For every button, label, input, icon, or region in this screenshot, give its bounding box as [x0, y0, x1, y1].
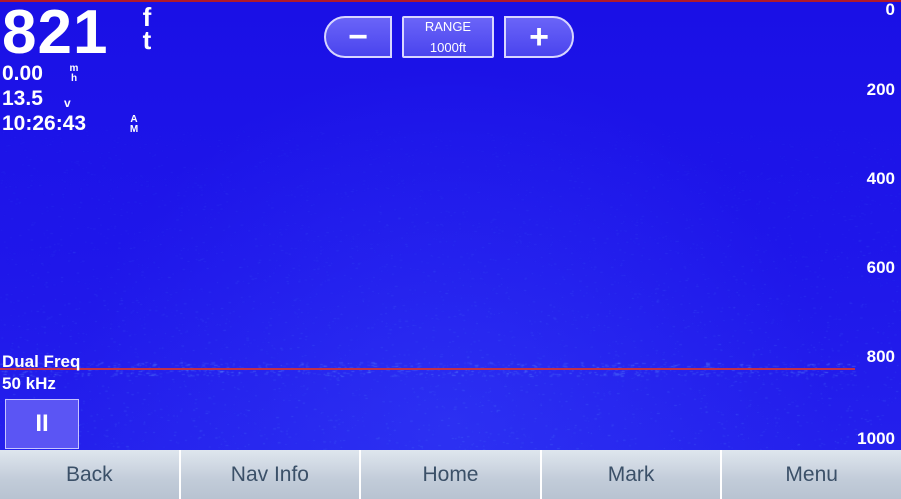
depth-scale-600: 600: [866, 258, 895, 277]
speed-readout: 0.00: [2, 62, 43, 85]
sonar-returns: [0, 0, 901, 450]
depth-scale-1000: 1000: [857, 429, 895, 448]
range-zoom-in-button[interactable]: +: [504, 16, 574, 58]
depth-scale-0: 0: [885, 0, 895, 19]
clock-ampm: AM: [129, 114, 139, 135]
range-value: 1000ft: [429, 40, 467, 55]
depth-scale-400: 400: [866, 169, 895, 188]
softkey-bar: Back Nav Info Home Mark Menu: [0, 450, 901, 499]
surface-line: [0, 0, 901, 2]
frequency-mode: Dual Freq: [2, 352, 81, 371]
bottom-depth-line: [0, 368, 855, 370]
speed-unit: mh: [69, 63, 79, 84]
range-display[interactable]: RANGE 1000ft: [402, 16, 494, 58]
back-button[interactable]: Back: [0, 450, 179, 499]
depth-scale-200: 200: [866, 80, 895, 99]
sonar-display: [0, 0, 901, 450]
voltage-unit: v: [64, 96, 71, 110]
range-zoom-out-button[interactable]: −: [324, 16, 392, 58]
frequency-value: 50 kHz: [2, 374, 56, 393]
pause-icon: II: [35, 410, 49, 437]
depth-scale-800: 800: [866, 347, 895, 366]
voltage-readout: 13.5: [2, 87, 43, 110]
depth-unit: ft: [142, 2, 152, 56]
menu-button[interactable]: Menu: [720, 450, 901, 499]
mark-button[interactable]: Mark: [539, 450, 721, 499]
depth-readout: 821: [2, 0, 109, 67]
home-button[interactable]: Home: [359, 450, 540, 499]
clock-readout: 10:26:43: [2, 112, 87, 135]
pause-button[interactable]: II: [5, 399, 79, 449]
range-title: RANGE: [424, 19, 472, 34]
nav-info-button[interactable]: Nav Info: [178, 450, 360, 499]
